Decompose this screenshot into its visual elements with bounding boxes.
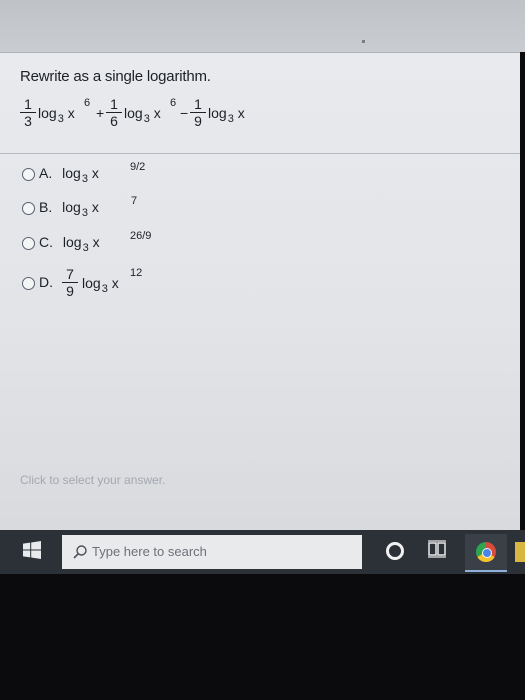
option-b-exponent: 7 xyxy=(131,195,138,207)
term2-denominator: 6 xyxy=(110,113,118,129)
term1-denominator: 3 xyxy=(24,113,32,129)
option-d[interactable]: D. 7 9 log3 x 12 xyxy=(22,267,172,298)
taskbar-app-edge[interactable] xyxy=(515,542,525,562)
cortana-icon[interactable] xyxy=(386,542,404,560)
search-placeholder: Type here to search xyxy=(92,544,207,559)
option-d-label[interactable]: D. xyxy=(39,273,53,291)
option-c-letter: C. xyxy=(39,234,53,250)
term2-var: x xyxy=(153,105,161,121)
option-c-var: x xyxy=(92,234,100,250)
option-d-log: log xyxy=(82,275,101,291)
option-d-fraction: 7 9 xyxy=(62,267,78,298)
option-d-radio[interactable] xyxy=(22,277,35,290)
monitor-bezel xyxy=(0,574,525,700)
option-a-label[interactable]: A. log3 x 9/2 xyxy=(39,161,145,185)
option-b-base: 3 xyxy=(81,207,88,219)
term1-log: log3 x xyxy=(38,105,75,125)
option-a-radio[interactable] xyxy=(22,168,35,181)
option-b-var: x xyxy=(91,199,99,215)
term1-fraction: 1 3 xyxy=(20,97,36,128)
option-d-numerator: 7 xyxy=(66,266,74,282)
operator-plus: + xyxy=(96,105,105,121)
option-d-denominator: 9 xyxy=(66,283,74,299)
taskbar: Type here to search xyxy=(0,530,525,574)
term3-base: 3 xyxy=(227,113,234,125)
windows-icon[interactable] xyxy=(23,541,41,559)
option-a[interactable]: A. log3 x 9/2 xyxy=(22,161,172,186)
task-view-icon[interactable] xyxy=(428,540,446,558)
option-b[interactable]: B. log3 x 7 xyxy=(22,195,172,220)
question-prompt: Rewrite as a single logarithm. xyxy=(20,68,211,85)
term2-numerator: 1 xyxy=(110,96,118,112)
term3-log-text: log xyxy=(208,105,227,121)
option-b-radio[interactable] xyxy=(22,202,35,215)
option-c-label[interactable]: C. log3 x 26/9 xyxy=(39,230,151,254)
option-d-exponent: 12 xyxy=(130,267,143,279)
question-panel: Rewrite as a single logarithm. 1 3 log3 … xyxy=(0,52,520,531)
term2-exponent: 6 xyxy=(170,97,177,109)
term3-var: x xyxy=(237,105,245,121)
term3-denominator: 9 xyxy=(194,113,202,129)
chrome-icon xyxy=(476,542,496,562)
chrome-taskbar-button[interactable] xyxy=(465,534,507,572)
term2-log: log3 x xyxy=(124,105,161,125)
option-a-log: log xyxy=(62,165,81,181)
option-a-exponent: 9/2 xyxy=(130,161,146,173)
option-c-exponent: 26/9 xyxy=(130,230,152,242)
option-a-var: x xyxy=(91,165,99,181)
divider xyxy=(0,153,520,154)
search-icon xyxy=(73,545,87,559)
taskbar-search-box[interactable]: Type here to search xyxy=(62,535,362,569)
option-a-letter: A. xyxy=(39,165,53,181)
term1-base: 3 xyxy=(57,113,64,125)
screen: Rewrite as a single logarithm. 1 3 log3 … xyxy=(0,0,525,700)
top-bar xyxy=(0,0,525,52)
option-b-label[interactable]: B. log3 x 7 xyxy=(39,195,137,219)
option-d-var: x xyxy=(111,275,119,291)
term1-var: x xyxy=(67,105,75,121)
option-c[interactable]: C. log3 x 26/9 xyxy=(22,230,172,255)
operator-minus: − xyxy=(180,105,189,121)
term2-fraction: 1 6 xyxy=(106,97,122,128)
term1-log-text: log xyxy=(38,105,57,121)
term2-log-text: log xyxy=(124,105,143,121)
option-b-letter: B. xyxy=(39,199,53,215)
term3-log: log3 x xyxy=(208,105,245,125)
option-c-base: 3 xyxy=(82,242,89,254)
expression: 1 3 log3 x 6 + 1 6 log3 x 6 − 1 9 log3 x xyxy=(20,93,420,143)
option-d-letter: D. xyxy=(39,274,53,290)
top-bar-mark xyxy=(362,40,365,43)
term2-base: 3 xyxy=(143,113,150,125)
term1-exponent: 6 xyxy=(84,97,91,109)
option-d-base: 3 xyxy=(101,283,108,295)
option-c-log: log xyxy=(62,234,82,250)
term1-numerator: 1 xyxy=(24,96,32,112)
term3-numerator: 1 xyxy=(194,96,202,112)
option-b-log: log xyxy=(62,199,81,215)
option-a-base: 3 xyxy=(81,173,88,185)
option-c-radio[interactable] xyxy=(22,237,35,250)
option-d-log-group: log3 x xyxy=(82,275,119,295)
select-answer-hint: Click to select your answer. xyxy=(20,473,166,487)
term3-fraction: 1 9 xyxy=(190,97,206,128)
